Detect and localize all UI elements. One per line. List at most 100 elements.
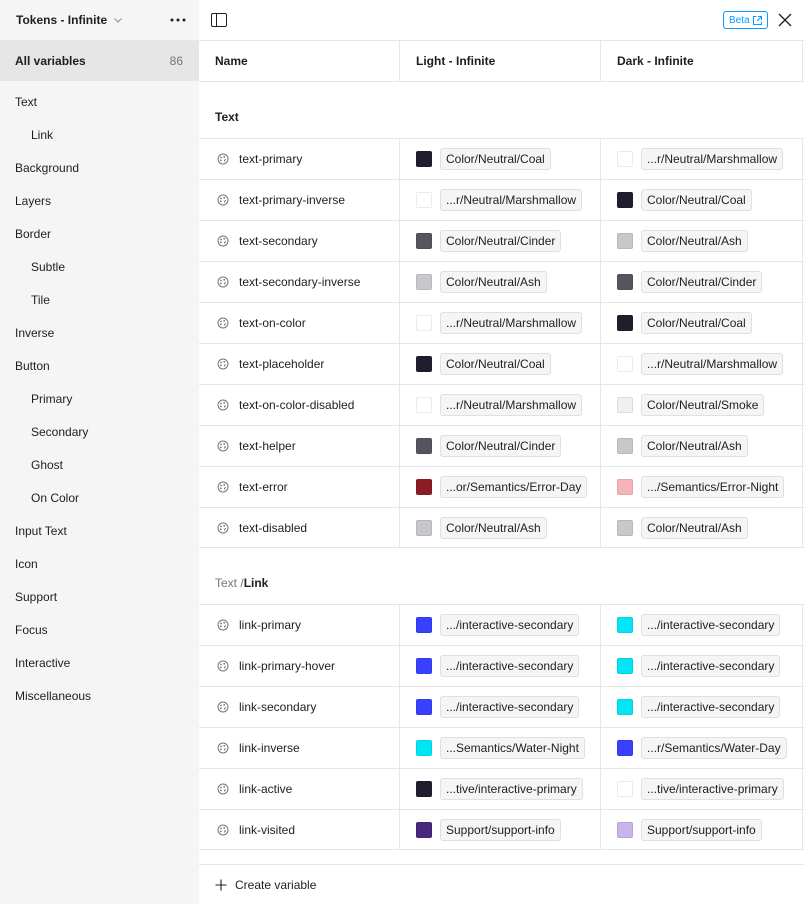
variable-name-cell[interactable]: link-secondary [199, 687, 400, 727]
variable-value-dark[interactable]: Color/Neutral/Smoke [601, 385, 803, 425]
alias-pill[interactable]: ...r/Neutral/Marshmallow [440, 312, 583, 334]
variable-value-light[interactable]: .../interactive-secondary [400, 646, 601, 686]
alias-pill[interactable]: .../Semantics/Error-Night [641, 476, 785, 498]
variable-value-light[interactable]: Color/Neutral/Ash [400, 508, 601, 547]
variable-value-dark[interactable]: Color/Neutral/Ash [601, 426, 803, 466]
color-swatch[interactable] [617, 397, 633, 413]
alias-pill[interactable]: Support/support-info [641, 818, 762, 841]
alias-pill[interactable]: Color/Neutral/Ash [641, 516, 748, 539]
color-swatch[interactable] [416, 151, 432, 167]
variable-name-cell[interactable]: link-inverse [199, 728, 400, 768]
table-row[interactable]: text-helper Color/Neutral/Cinder Color/Neu… [199, 425, 804, 466]
variable-value-dark[interactable]: .../Semantics/Error-Night [601, 467, 803, 507]
variable-value-dark[interactable]: Color/Neutral/Coal [601, 303, 803, 343]
color-swatch[interactable] [416, 821, 432, 838]
variable-value-light[interactable]: ...r/Neutral/Marshmallow [400, 385, 601, 425]
more-options-icon[interactable] [168, 10, 188, 30]
sidebar-item[interactable]: Input Text [0, 514, 199, 547]
color-swatch[interactable] [416, 617, 432, 633]
alias-pill[interactable]: Color/Neutral/Ash [440, 516, 547, 539]
table-row[interactable]: link-inverse ...Semantics/Water-Night ...r… [199, 727, 804, 768]
table-row[interactable]: link-visited Support/support-info Support/… [199, 809, 804, 850]
variable-value-light[interactable]: ...r/Neutral/Marshmallow [400, 180, 601, 220]
color-swatch[interactable] [617, 274, 633, 290]
variable-name-cell[interactable]: link-primary [199, 605, 400, 645]
alias-pill[interactable]: ...tive/interactive-primary [641, 778, 784, 800]
color-swatch[interactable] [617, 699, 633, 715]
color-swatch[interactable] [617, 740, 633, 756]
alias-pill[interactable]: ...or/Semantics/Error-Day [440, 476, 588, 498]
alias-pill[interactable]: ...r/Neutral/Marshmallow [440, 394, 583, 416]
variable-value-light[interactable]: Color/Neutral/Coal [400, 344, 601, 384]
color-swatch[interactable] [617, 658, 633, 674]
color-swatch[interactable] [416, 740, 432, 756]
sidebar-item[interactable]: Interactive [0, 646, 199, 679]
color-swatch[interactable] [617, 479, 633, 495]
variable-value-dark[interactable]: Support/support-info [601, 810, 803, 849]
column-header-light-mode[interactable]: Light - Infinite [400, 41, 601, 81]
color-swatch[interactable] [617, 192, 633, 208]
color-swatch[interactable] [416, 781, 432, 797]
variable-value-light[interactable]: ...or/Semantics/Error-Day [400, 467, 601, 507]
variable-name-cell[interactable]: link-primary-hover [199, 646, 400, 686]
table-row[interactable]: text-disabled Color/Neutral/Ash Color/Neut… [199, 507, 804, 548]
variable-name-cell[interactable]: text-on-color-disabled [199, 385, 400, 425]
color-swatch[interactable] [416, 356, 432, 372]
variable-value-dark[interactable]: Color/Neutral/Ash [601, 508, 803, 547]
sidebar-item[interactable]: Secondary [0, 415, 199, 448]
alias-pill[interactable]: Color/Neutral/Ash [641, 435, 748, 457]
sidebar-item-all-variables[interactable]: All variables 86 [0, 40, 199, 81]
color-swatch[interactable] [617, 821, 633, 838]
alias-pill[interactable]: ...r/Neutral/Marshmallow [440, 189, 583, 211]
variable-value-light[interactable]: Color/Neutral/Cinder [400, 426, 601, 466]
variable-value-light[interactable]: ...tive/interactive-primary [400, 769, 601, 809]
table-row[interactable]: text-error ...or/Semantics/Error-Day .../S… [199, 466, 804, 507]
variable-name-cell[interactable]: link-active [199, 769, 400, 809]
column-header-dark-mode[interactable]: Dark - Infinite [601, 41, 803, 81]
color-swatch[interactable] [617, 233, 633, 249]
chevron-down-icon[interactable] [113, 15, 123, 25]
alias-pill[interactable]: .../interactive-secondary [641, 614, 781, 636]
table-row[interactable]: text-placeholder Color/Neutral/Coal ...r/N… [199, 343, 804, 384]
variable-value-dark[interactable]: ...tive/interactive-primary [601, 769, 803, 809]
variable-value-light[interactable]: Color/Neutral/Cinder [400, 221, 601, 261]
sidebar-item[interactable]: Focus [0, 613, 199, 646]
variable-value-light[interactable]: ...r/Neutral/Marshmallow [400, 303, 601, 343]
table-row[interactable]: link-active ...tive/interactive-primary..… [199, 768, 804, 809]
sidebar-item[interactable]: Link [0, 118, 199, 151]
color-swatch[interactable] [416, 479, 432, 495]
alias-pill[interactable]: ...r/Neutral/Marshmallow [641, 353, 784, 375]
alias-pill[interactable]: Color/Neutral/Cinder [641, 271, 763, 293]
color-swatch[interactable] [416, 315, 432, 331]
sidebar-item[interactable]: Support [0, 580, 199, 613]
alias-pill[interactable]: ...tive/interactive-primary [440, 778, 583, 800]
alias-pill[interactable]: Color/Neutral/Smoke [641, 394, 765, 416]
variable-name-cell[interactable]: text-primary-inverse [199, 180, 400, 220]
variable-name-cell[interactable]: text-placeholder [199, 344, 400, 384]
sidebar-item[interactable]: Inverse [0, 316, 199, 349]
table-row[interactable]: link-secondary .../interactive-secondary.… [199, 686, 804, 727]
variable-name-cell[interactable]: text-secondary [199, 221, 400, 261]
color-swatch[interactable] [416, 519, 432, 536]
variable-value-dark[interactable]: .../interactive-secondary [601, 687, 803, 727]
sidebar-toggle-icon[interactable] [211, 13, 227, 27]
alias-pill[interactable]: .../interactive-secondary [641, 655, 781, 677]
color-swatch[interactable] [617, 617, 633, 633]
collection-header[interactable]: Tokens - Infinite [0, 0, 199, 40]
sidebar-item[interactable]: Primary [0, 382, 199, 415]
close-icon[interactable] [778, 13, 792, 27]
table-row[interactable]: text-primary Color/Neutral/Coal ...r/Neutr… [199, 138, 804, 179]
variable-value-light[interactable]: .../interactive-secondary [400, 605, 601, 645]
color-swatch[interactable] [416, 397, 432, 413]
sidebar-item[interactable]: Layers [0, 184, 199, 217]
variable-value-light[interactable]: .../interactive-secondary [400, 687, 601, 727]
table-row[interactable]: text-secondary Color/Neutral/Cinder Color/… [199, 220, 804, 261]
variable-value-dark[interactable]: ...r/Neutral/Marshmallow [601, 139, 803, 179]
alias-pill[interactable]: Color/Neutral/Coal [440, 353, 551, 375]
variable-value-light[interactable]: ...Semantics/Water-Night [400, 728, 601, 768]
alias-pill[interactable]: .../interactive-secondary [440, 655, 580, 677]
color-swatch[interactable] [617, 519, 633, 536]
sidebar-item[interactable]: Miscellaneous [0, 679, 199, 712]
table-row[interactable]: text-secondary-inverse Color/Neutral/Ash C… [199, 261, 804, 302]
table-row[interactable]: text-on-color-disabled ...r/Neutral/Marsh… [199, 384, 804, 425]
